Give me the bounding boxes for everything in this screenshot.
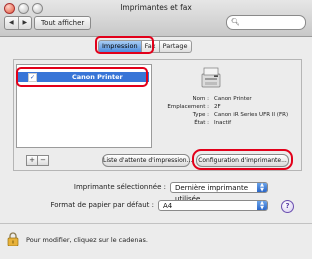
paper-size-value: A4: [163, 202, 173, 210]
search-input[interactable]: [240, 17, 304, 29]
highlight-setup-callout: [192, 149, 293, 170]
padlock-icon[interactable]: [7, 232, 19, 246]
paper-size-select[interactable]: A4 ▲ ▼: [158, 200, 268, 211]
list-add-remove: + −: [26, 155, 49, 166]
info-state-value: Inactif: [214, 120, 232, 126]
search-field[interactable]: 🔍︎: [226, 15, 306, 30]
remove-printer-button[interactable]: −: [38, 155, 49, 166]
info-location-value: 2F: [214, 104, 221, 110]
forward-button[interactable]: ▶: [19, 17, 32, 29]
nav-back-forward: ◀ ▶: [4, 16, 32, 30]
back-button[interactable]: ◀: [5, 17, 19, 29]
highlight-tab-callout: [95, 36, 154, 54]
info-state-key: État :: [194, 120, 209, 126]
info-location-key: Emplacement :: [167, 104, 209, 110]
paper-size-label: Format de papier par défaut :: [50, 201, 154, 209]
info-type-value: Canon iR Series UFR II (FR): [214, 112, 289, 118]
add-printer-button[interactable]: +: [26, 155, 38, 166]
info-name-key: Nom :: [192, 96, 209, 102]
highlight-printer-callout: [16, 67, 148, 87]
title-bar: Imprimantes et fax ◀ ▶ Tout afficher 🔍︎: [0, 0, 312, 37]
search-icon: 🔍︎: [231, 18, 240, 26]
info-name-value: Canon Printer: [214, 96, 252, 102]
selected-printer-label: Imprimante sélectionnée :: [73, 183, 166, 191]
help-icon[interactable]: ?: [281, 200, 294, 213]
printers-window: Imprimantes et fax ◀ ▶ Tout afficher 🔍︎ …: [0, 0, 312, 259]
print-queue-button[interactable]: Liste d'attente d'impression...: [102, 154, 192, 167]
footer-divider: [0, 223, 312, 224]
info-type-key: Type :: [192, 112, 209, 118]
tab-partage[interactable]: Partage: [159, 40, 192, 53]
selected-printer-select[interactable]: Dernière imprimante utilisée ▲ ▼: [170, 182, 268, 203]
select-arrows-icon: ▲ ▼: [257, 201, 267, 211]
printer-info: Nom : Canon Printer Emplacement : 2F Type …: [155, 95, 295, 127]
window-title: Imprimantes et fax: [120, 3, 192, 12]
printer-icon: [201, 67, 221, 88]
lock-hint-text: Pour modifier, cliquez sur le cadenas.: [26, 236, 148, 244]
show-all-button[interactable]: Tout afficher: [34, 16, 92, 30]
select-arrows-icon: ▲ ▼: [257, 183, 267, 193]
